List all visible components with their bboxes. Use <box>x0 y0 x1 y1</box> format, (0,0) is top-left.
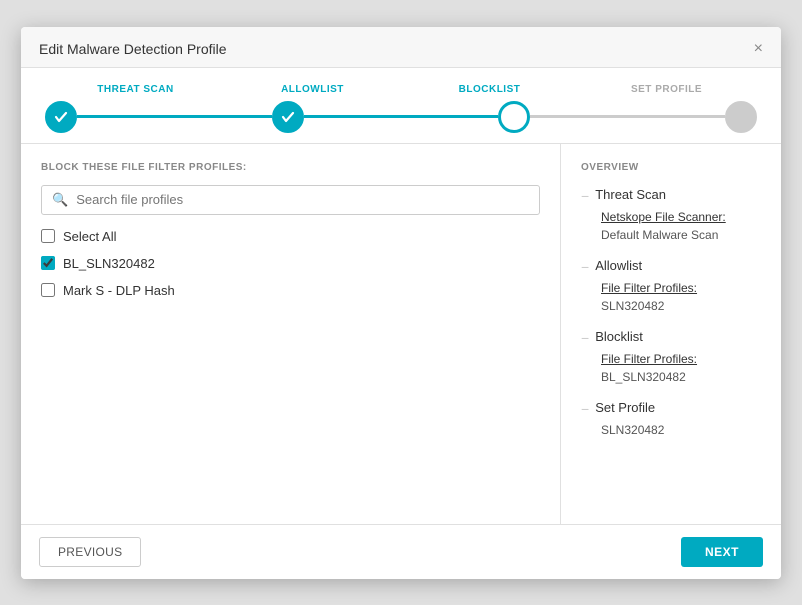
checkbox-select-all: Select All <box>41 229 540 244</box>
checkbox-mark-dlp-hash: Mark S - DLP Hash <box>41 283 540 298</box>
overview-detail-link-threat-scan: Netskope File Scanner: <box>601 208 761 226</box>
overview-detail-text-threat-scan: Default Malware Scan <box>601 228 718 242</box>
checkbox-bl-sln320482-input[interactable] <box>41 256 55 270</box>
dialog-body: BLOCK THESE FILE FILTER PROFILES: 🔍 Sele… <box>21 144 781 524</box>
checkbox-bl-sln320482: BL_SLN320482 <box>41 256 540 271</box>
step-circle-allowlist[interactable] <box>272 101 304 133</box>
minus-icon-allowlist: − <box>581 259 589 275</box>
minus-icon-set-profile: − <box>581 401 589 417</box>
search-icon: 🔍 <box>52 192 68 208</box>
step-line-2 <box>304 115 499 118</box>
right-panel: OVERVIEW − Threat Scan Netskope File Sca… <box>561 144 781 524</box>
step-circle-set-profile[interactable] <box>725 101 757 133</box>
overview-title-blocklist: Blocklist <box>595 329 643 344</box>
checkbox-select-all-label: Select All <box>63 229 116 244</box>
edit-malware-dialog: Edit Malware Detection Profile × THREAT … <box>21 27 781 579</box>
overview-blocklist: − Blocklist File Filter Profiles: BL_SLN… <box>581 329 761 386</box>
checkbox-select-all-input[interactable] <box>41 229 55 243</box>
left-panel: BLOCK THESE FILE FILTER PROFILES: 🔍 Sele… <box>21 144 561 524</box>
checkbox-mark-dlp-hash-label: Mark S - DLP Hash <box>63 283 175 298</box>
overview-detail-link-allowlist: File Filter Profiles: <box>601 279 761 297</box>
overview-detail-text-allowlist: SLN320482 <box>601 299 664 313</box>
search-input[interactable] <box>76 192 529 207</box>
step-label-blocklist: BLOCKLIST <box>401 84 578 95</box>
close-button[interactable]: × <box>754 41 763 57</box>
block-profiles-label: BLOCK THESE FILE FILTER PROFILES: <box>41 162 540 173</box>
step-label-set-profile: SET PROFILE <box>578 84 755 95</box>
stepper: THREAT SCAN ALLOWLIST BLOCKLIST SET PROF… <box>21 68 781 144</box>
overview-set-profile: − Set Profile SLN320482 <box>581 400 761 439</box>
stepper-labels: THREAT SCAN ALLOWLIST BLOCKLIST SET PROF… <box>45 84 757 95</box>
overview-title-set-profile: Set Profile <box>595 400 655 415</box>
step-circle-blocklist[interactable] <box>498 101 530 133</box>
overview-detail-text-blocklist: BL_SLN320482 <box>601 370 686 384</box>
overview-title-allowlist: Allowlist <box>595 258 642 273</box>
overview-label: OVERVIEW <box>581 162 761 173</box>
checkbox-bl-sln320482-label: BL_SLN320482 <box>63 256 155 271</box>
previous-button[interactable]: PREVIOUS <box>39 537 141 567</box>
step-line-3 <box>530 115 725 118</box>
dialog-header: Edit Malware Detection Profile × <box>21 27 781 68</box>
minus-icon-blocklist: − <box>581 330 589 346</box>
step-circle-threat-scan[interactable] <box>45 101 77 133</box>
overview-detail-text-set-profile: SLN320482 <box>601 423 664 437</box>
search-box: 🔍 <box>41 185 540 215</box>
minus-icon-threat-scan: − <box>581 188 589 204</box>
overview-title-threat-scan: Threat Scan <box>595 187 666 202</box>
step-label-allowlist: ALLOWLIST <box>224 84 401 95</box>
next-button[interactable]: NEXT <box>681 537 763 567</box>
checkbox-mark-dlp-hash-input[interactable] <box>41 283 55 297</box>
overview-allowlist: − Allowlist File Filter Profiles: SLN320… <box>581 258 761 315</box>
overview-threat-scan: − Threat Scan Netskope File Scanner: Def… <box>581 187 761 244</box>
step-line-1 <box>77 115 272 118</box>
dialog-title: Edit Malware Detection Profile <box>39 41 227 57</box>
step-label-threat-scan: THREAT SCAN <box>47 84 224 95</box>
overview-detail-link-blocklist: File Filter Profiles: <box>601 350 761 368</box>
dialog-footer: PREVIOUS NEXT <box>21 524 781 579</box>
stepper-circles-row <box>45 101 757 133</box>
